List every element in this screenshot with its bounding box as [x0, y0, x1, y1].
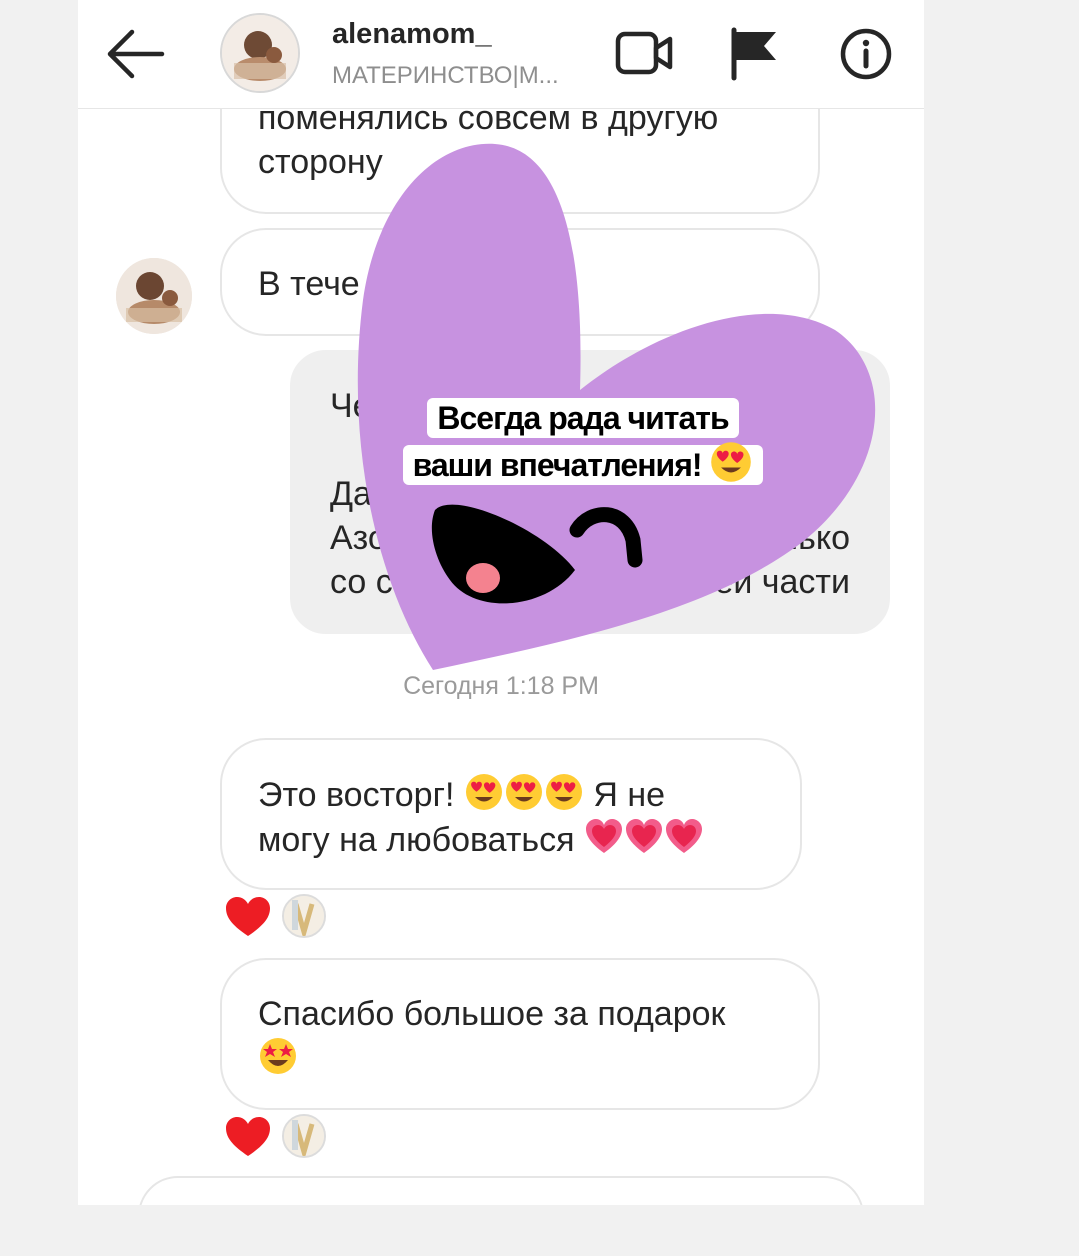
report-button[interactable] [726, 26, 782, 82]
reactor-avatar[interactable] [282, 894, 326, 938]
info-icon [840, 28, 892, 80]
star-struck-emoji [260, 1038, 296, 1074]
video-call-button[interactable] [614, 28, 676, 78]
profile-subtitle: МАТЕРИНСТВО|М... [332, 62, 559, 89]
message-reactions[interactable] [224, 1112, 344, 1160]
heart-icon [226, 1117, 270, 1156]
message-text: Это восторг! [258, 776, 455, 814]
sticker-caption-line: ваши впечатления! [412, 447, 703, 483]
message-text: могу на любоваться [258, 821, 575, 859]
heart-icon [226, 897, 270, 936]
sparkling-heart-emoji [585, 819, 622, 853]
flag-icon [731, 27, 776, 81]
heart-eyes-emoji [465, 774, 502, 810]
message-text: Я не [593, 776, 666, 814]
message-bubble[interactable] [138, 1176, 864, 1205]
sticker-caption: Всегда рада читать ваши впечатления! [382, 396, 784, 487]
sparkling-heart-emoji [665, 819, 702, 853]
sparkling-heart-emoji [625, 819, 662, 853]
message-reactions[interactable] [224, 892, 344, 940]
back-button[interactable] [104, 26, 168, 82]
back-arrow-icon [107, 29, 165, 79]
message-text: Спасибо большое за подарок [258, 995, 726, 1033]
video-call-icon [615, 31, 673, 75]
message-bubble[interactable]: Это восторг! Я не могу на любоваться [220, 738, 802, 890]
info-button[interactable] [838, 26, 894, 82]
heart-eyes-emoji [711, 442, 752, 482]
heart-eyes-emoji [505, 774, 542, 810]
heart-eyes-emoji [545, 774, 582, 810]
sticker-caption-line: Всегда рада читать [437, 400, 729, 436]
chat-header: alenamom_ МАТЕРИНСТВО|М... [78, 0, 924, 109]
profile-avatar[interactable] [220, 13, 300, 93]
reactor-avatar[interactable] [282, 1114, 326, 1158]
username[interactable]: alenamom_ [332, 18, 492, 51]
message-bubble[interactable]: Спасибо большое за подарок [220, 958, 820, 1110]
sender-avatar[interactable] [116, 258, 192, 334]
